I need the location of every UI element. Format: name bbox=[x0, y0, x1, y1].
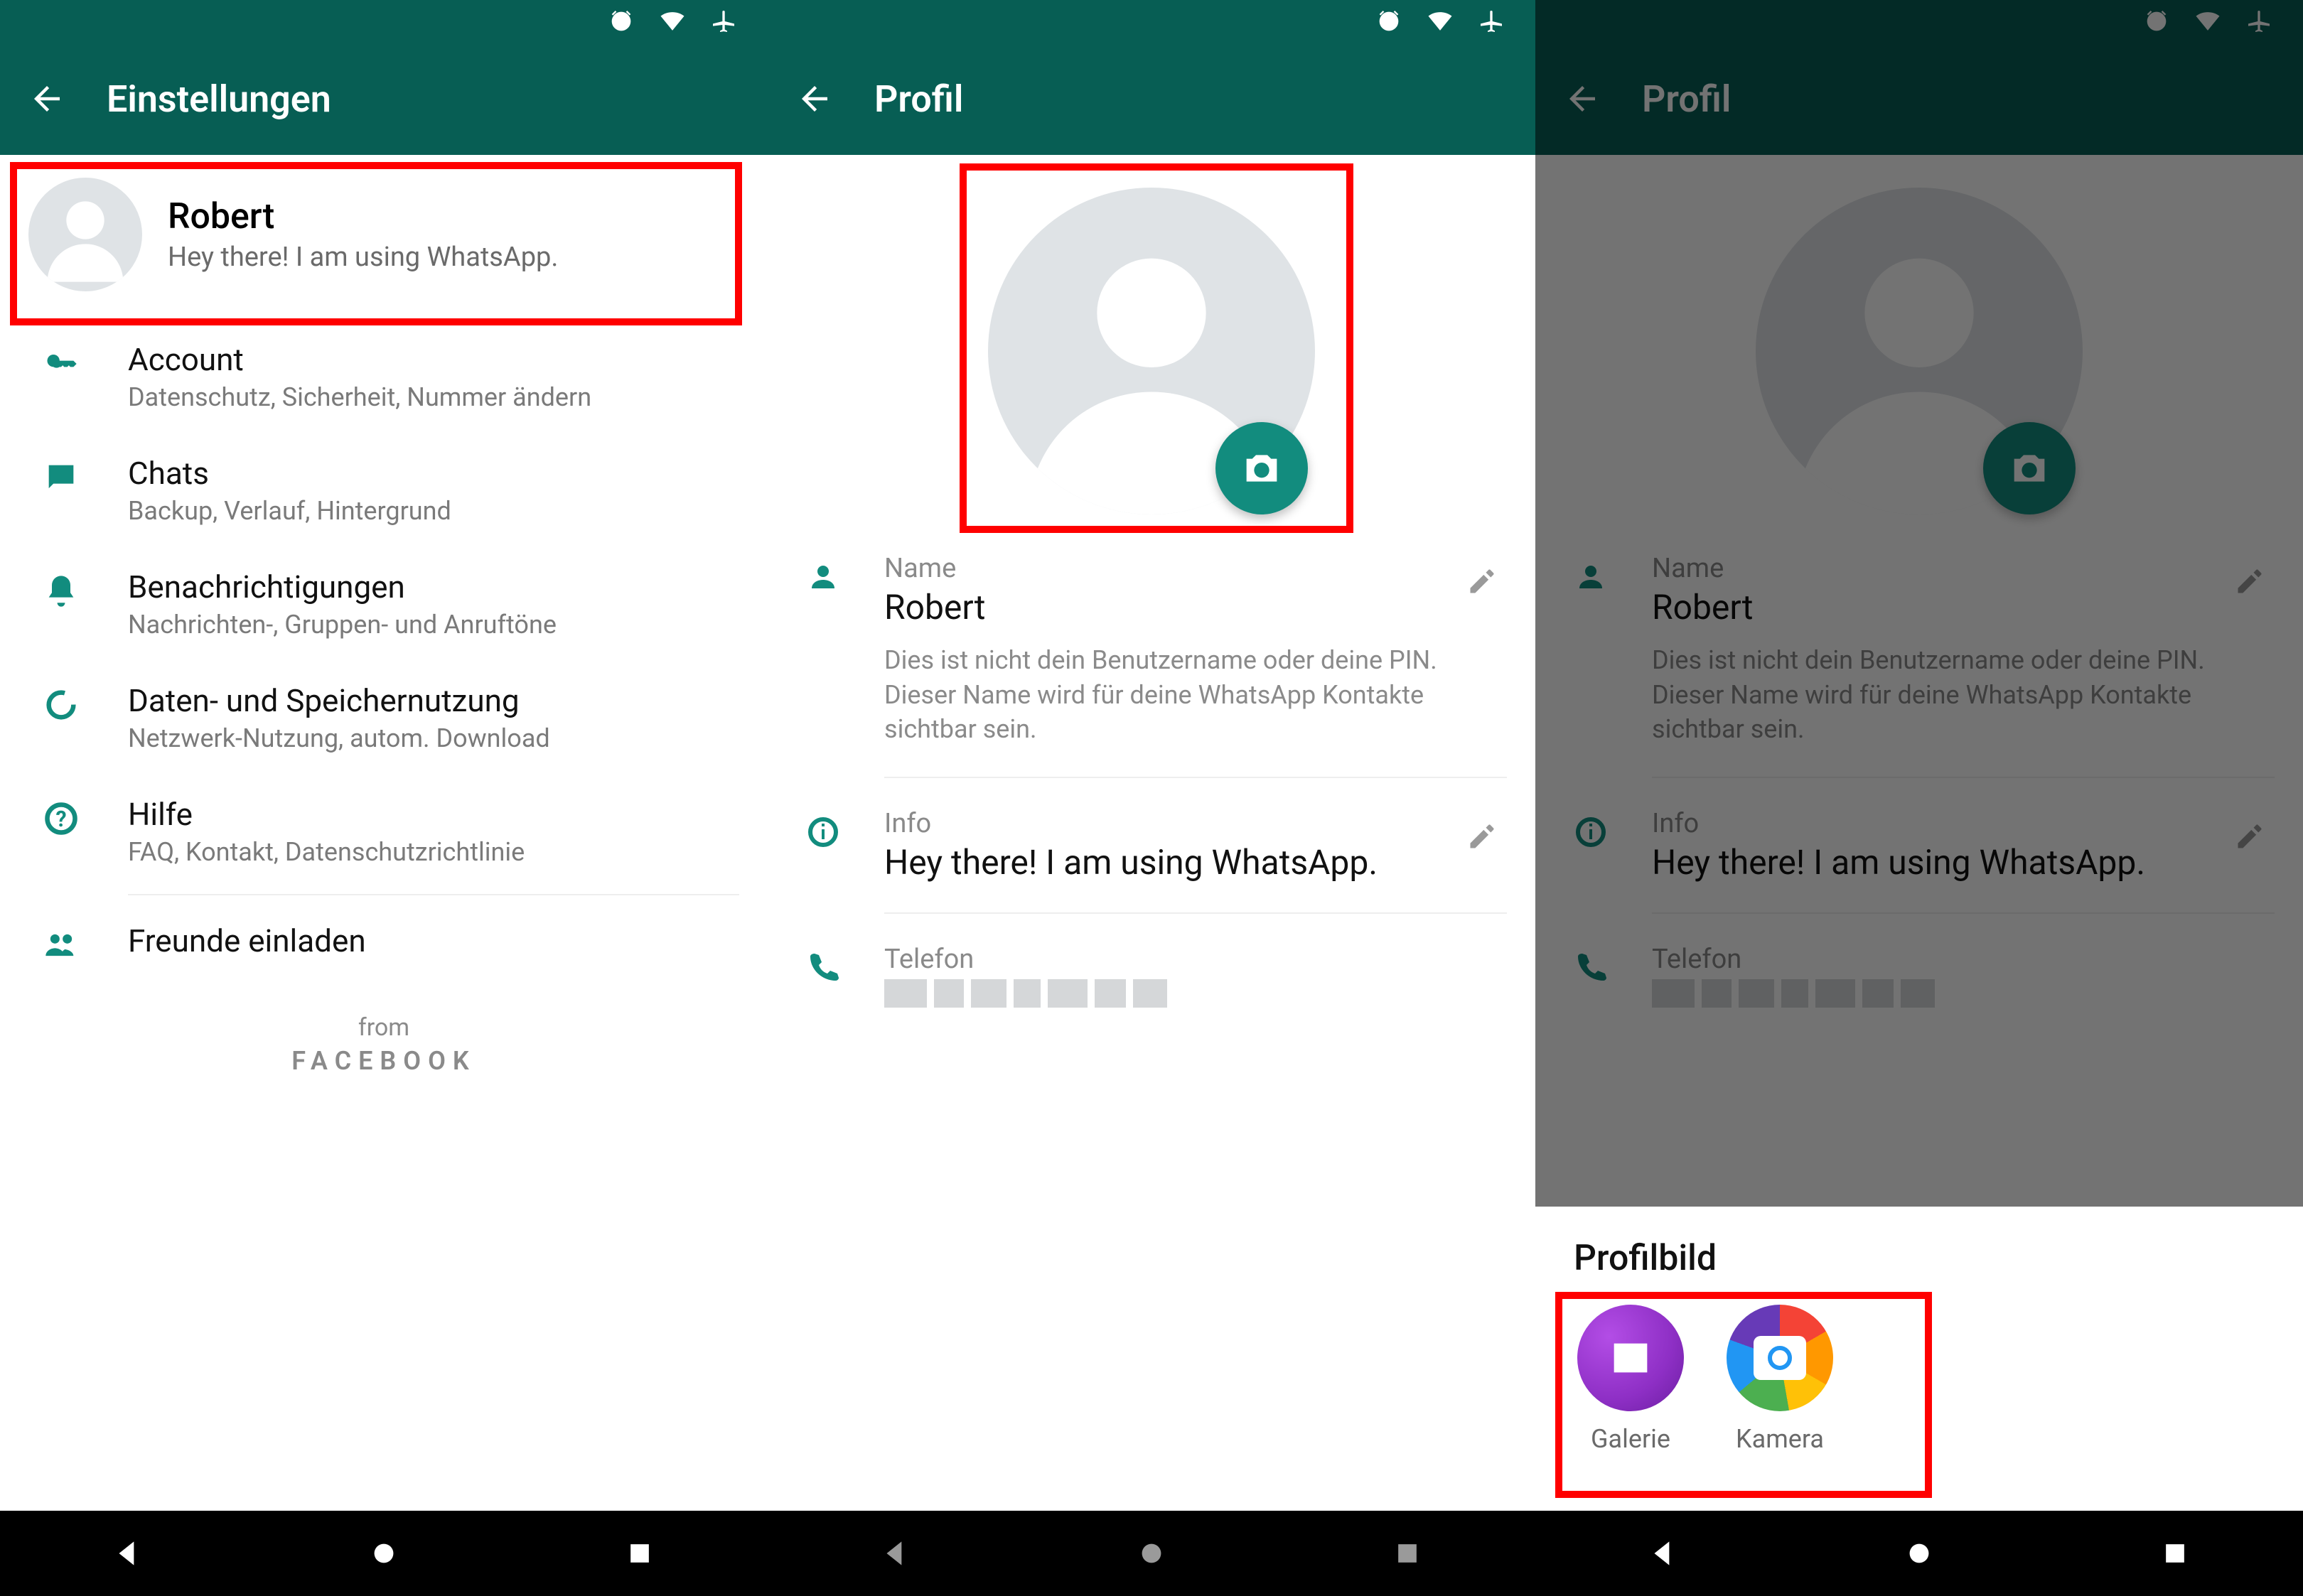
gallery-icon bbox=[1577, 1305, 1684, 1411]
info-field[interactable]: Info Hey there! I am using WhatsApp. bbox=[768, 784, 1535, 907]
status-bar bbox=[768, 0, 1535, 43]
divider bbox=[884, 777, 1507, 778]
nav-home-button[interactable] bbox=[348, 1532, 419, 1575]
item-title: Benachrichtigungen bbox=[128, 568, 557, 605]
option-label: Galerie bbox=[1574, 1424, 1687, 1454]
avatar-icon bbox=[28, 178, 142, 291]
phone-field[interactable]: Telefon bbox=[768, 920, 1535, 1032]
nav-back-button[interactable] bbox=[92, 1532, 163, 1575]
phone-label: Telefon bbox=[884, 944, 1507, 975]
photo-source-sheet: Profilbild Galerie Kamera bbox=[1535, 1207, 2303, 1511]
item-subtitle: Backup, Verlauf, Hintergrund bbox=[128, 496, 451, 526]
profile-row[interactable]: Robert Hey there! I am using WhatsApp. bbox=[0, 155, 768, 320]
app-bar: Profil bbox=[768, 43, 1535, 155]
edit-name-button[interactable] bbox=[1457, 553, 1507, 597]
nav-recents-button[interactable] bbox=[2140, 1532, 2211, 1575]
item-subtitle: Nachrichten-, Gruppen- und Anruftöne bbox=[128, 610, 557, 640]
bell-icon bbox=[43, 568, 128, 610]
item-title: Freunde einladen bbox=[128, 922, 366, 959]
settings-item-invite[interactable]: Freunde einladen bbox=[0, 901, 768, 985]
item-title: Daten- und Speichernutzung bbox=[128, 682, 550, 719]
item-subtitle: Datenschutz, Sicherheit, Nummer ändern bbox=[128, 382, 591, 412]
option-gallery[interactable]: Galerie bbox=[1574, 1305, 1687, 1454]
item-title: Chats bbox=[128, 455, 451, 492]
settings-item-chats[interactable]: Chats Backup, Verlauf, Hintergrund bbox=[0, 433, 768, 547]
sheet-title: Profilbild bbox=[1574, 1238, 2265, 1279]
info-value: Hey there! I am using WhatsApp. bbox=[884, 842, 1457, 883]
nav-back-button[interactable] bbox=[1628, 1532, 1699, 1575]
info-icon bbox=[806, 808, 884, 852]
wifi-icon bbox=[657, 6, 688, 37]
change-photo-fab[interactable] bbox=[1215, 422, 1308, 514]
android-nav-bar bbox=[0, 1511, 768, 1596]
wifi-icon bbox=[1424, 6, 1456, 37]
settings-item-notifications[interactable]: Benachrichtigungen Nachrichten-, Gruppen… bbox=[0, 547, 768, 661]
avatar-section bbox=[768, 155, 1535, 529]
item-subtitle: FAQ, Kontakt, Datenschutzrichtlinie bbox=[128, 837, 525, 867]
profile-name: Robert bbox=[168, 196, 558, 237]
divider bbox=[884, 912, 1507, 914]
from-facebook: from FACEBOOK bbox=[0, 1013, 768, 1076]
alarm-icon bbox=[606, 6, 637, 37]
option-label: Kamera bbox=[1723, 1424, 1837, 1454]
from-label: from bbox=[0, 1013, 768, 1042]
appbar-title: Einstellungen bbox=[107, 77, 331, 121]
back-button[interactable] bbox=[793, 77, 836, 120]
key-icon bbox=[43, 341, 128, 382]
data-usage-icon bbox=[43, 682, 128, 723]
settings-item-account[interactable]: Account Datenschutz, Sicherheit, Nummer … bbox=[0, 320, 768, 433]
svg-text:?: ? bbox=[55, 807, 66, 832]
phone-icon bbox=[806, 944, 884, 988]
item-title: Account bbox=[128, 341, 591, 378]
back-button[interactable] bbox=[26, 77, 68, 120]
airplane-icon bbox=[708, 6, 739, 37]
divider bbox=[128, 894, 739, 895]
airplane-icon bbox=[1476, 6, 1507, 37]
item-title: Hilfe bbox=[128, 796, 525, 833]
appbar-title: Profil bbox=[874, 77, 963, 121]
settings-item-help[interactable]: ? Hilfe FAQ, Kontakt, Datenschutzrichtli… bbox=[0, 775, 768, 888]
chat-icon bbox=[43, 455, 128, 496]
camera-icon bbox=[1727, 1305, 1833, 1411]
nav-recents-button[interactable] bbox=[604, 1532, 675, 1575]
name-label: Name bbox=[884, 553, 1457, 584]
android-nav-bar bbox=[768, 1511, 1535, 1596]
status-bar bbox=[0, 0, 768, 43]
edit-info-button[interactable] bbox=[1457, 808, 1507, 852]
android-nav-bar bbox=[1535, 1511, 2303, 1596]
nav-back-button[interactable] bbox=[860, 1532, 931, 1575]
nav-home-button[interactable] bbox=[1116, 1532, 1187, 1575]
phone-value-redacted bbox=[884, 979, 1507, 1008]
settings-content: Robert Hey there! I am using WhatsApp. A… bbox=[0, 155, 768, 1076]
settings-item-data[interactable]: Daten- und Speichernutzung Netzwerk-Nutz… bbox=[0, 661, 768, 775]
triptych: Einstellungen Robert Hey there! I am usi… bbox=[0, 0, 2303, 1596]
person-icon bbox=[806, 553, 884, 597]
alarm-icon bbox=[1373, 6, 1405, 37]
screen-profile: Profil Name Robert Dies ist nicht dein B… bbox=[768, 0, 1535, 1596]
sheet-options: Galerie Kamera bbox=[1574, 1305, 2265, 1454]
screen-settings: Einstellungen Robert Hey there! I am usi… bbox=[0, 0, 768, 1596]
name-hint: Dies ist nicht dein Benutzername oder de… bbox=[884, 643, 1439, 747]
brand-label: FACEBOOK bbox=[0, 1046, 768, 1076]
nav-home-button[interactable] bbox=[1884, 1532, 1955, 1575]
name-value: Robert bbox=[884, 587, 1457, 627]
item-subtitle: Netzwerk-Nutzung, autom. Download bbox=[128, 723, 550, 753]
option-camera[interactable]: Kamera bbox=[1723, 1305, 1837, 1454]
screen-profile-sheet: Profil Name Robert Dies ist nicht dein B… bbox=[1535, 0, 2303, 1596]
nav-recents-button[interactable] bbox=[1372, 1532, 1443, 1575]
people-icon bbox=[43, 922, 128, 964]
name-field[interactable]: Name Robert Dies ist nicht dein Benutzer… bbox=[768, 529, 1535, 771]
profile-status: Hey there! I am using WhatsApp. bbox=[168, 242, 558, 273]
app-bar: Einstellungen bbox=[0, 43, 768, 155]
info-label: Info bbox=[884, 808, 1457, 839]
help-icon: ? bbox=[43, 796, 128, 837]
